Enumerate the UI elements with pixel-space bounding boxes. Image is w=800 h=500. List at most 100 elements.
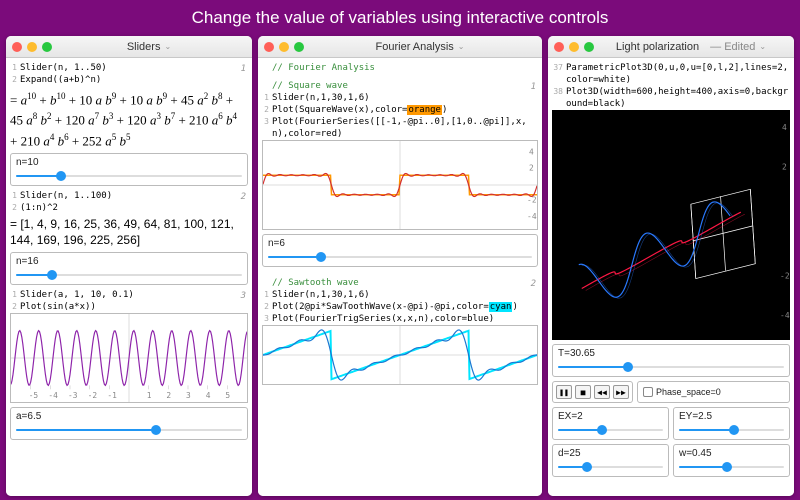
plot-sine: -5-4-3-2-112345 [10, 313, 248, 403]
slider-label: n=6 [268, 238, 532, 249]
slider-panel-d[interactable]: d=25 [552, 444, 669, 477]
cell-number: 2 [241, 192, 246, 202]
svg-text:4: 4 [529, 148, 534, 157]
svg-text:4: 4 [206, 391, 211, 400]
titlebar[interactable]: Light polarization — Edited⌄ [548, 36, 794, 58]
rewind-button[interactable]: ◀◀ [594, 385, 610, 399]
svg-text:-2: -2 [780, 272, 790, 281]
code-line[interactable]: Slider(n,1,30,1,6) [272, 92, 538, 104]
code-line[interactable]: ParametricPlot3D(0,u,0,u=[0,l,2],lines=2… [566, 62, 790, 86]
comment: // Square wave [272, 80, 538, 92]
close-icon[interactable] [12, 42, 22, 52]
slider-track[interactable] [679, 424, 784, 436]
code-line[interactable]: Slider(n, 1..100) [20, 190, 248, 202]
svg-text:-1: -1 [107, 391, 117, 400]
close-icon[interactable] [554, 42, 564, 52]
zoom-icon[interactable] [42, 42, 52, 52]
slider-track[interactable] [16, 170, 242, 182]
code-line[interactable]: Slider(a, 1, 10, 0.1) [20, 289, 248, 301]
traffic-lights [554, 42, 594, 52]
code-line[interactable]: Slider(n, 1..50) [20, 62, 248, 74]
cell-number: 2 [531, 279, 536, 289]
slider-label: n=16 [16, 256, 242, 267]
slider-track[interactable] [268, 251, 532, 263]
playback-controls: ❚❚ ■ ◀◀ ▶▶ [552, 381, 633, 403]
window-row: Sliders⌄ 1 1Slider(n, 1..50) 2Expand((a+… [0, 36, 800, 496]
slider-track[interactable] [16, 424, 242, 436]
code-line[interactable]: (1:n)^2 [20, 202, 248, 214]
forward-button[interactable]: ▶▶ [613, 385, 629, 399]
svg-text:4: 4 [782, 123, 787, 132]
svg-text:2: 2 [166, 391, 171, 400]
window-fourier: Fourier Analysis⌄ // Fourier Analysis 1 … [258, 36, 542, 496]
stop-button[interactable]: ■ [575, 385, 591, 399]
code-line[interactable]: Slider(n,1,30,1,6) [272, 289, 538, 301]
slider-panel[interactable]: n=16 [10, 252, 248, 285]
cell: 1 // Square wave 1Slider(n,1,30,1,6) 2Pl… [262, 80, 538, 267]
svg-text:-3: -3 [68, 391, 78, 400]
slider-label: T=30.65 [558, 348, 784, 359]
code-line[interactable]: Plot3D(width=600,height=400,axis=0,backg… [566, 86, 790, 110]
checkbox-label: Phase_space=0 [656, 387, 721, 397]
code-line[interactable]: Expand((a+b)^n) [20, 74, 248, 86]
close-icon[interactable] [264, 42, 274, 52]
slider-panel[interactable]: n=10 [10, 153, 248, 186]
zoom-icon[interactable] [584, 42, 594, 52]
cell: 2 // Sawtooth wave 1Slider(n,1,30,1,6) 2… [262, 277, 538, 385]
slider-track[interactable] [558, 361, 784, 373]
svg-text:5: 5 [225, 391, 230, 400]
svg-text:-4: -4 [527, 212, 537, 221]
svg-text:-4: -4 [48, 391, 58, 400]
slider-track[interactable] [558, 461, 663, 473]
traffic-lights [12, 42, 52, 52]
cell-number: 3 [241, 291, 246, 301]
pause-button[interactable]: ❚❚ [556, 385, 572, 399]
slider-panel-w[interactable]: w=0.45 [673, 444, 790, 477]
minimize-icon[interactable] [27, 42, 37, 52]
cell: 2 1Slider(n, 1..100) 2(1:n)^2 = [1, 4, 9… [10, 190, 248, 285]
slider-label: w=0.45 [679, 448, 784, 459]
zoom-icon[interactable] [294, 42, 304, 52]
plot3d-polarization[interactable]: 42-2-4 [552, 110, 790, 340]
comment: // Fourier Analysis [272, 62, 538, 74]
svg-text:1: 1 [147, 391, 152, 400]
slider-panel-EX[interactable]: EX=2 [552, 407, 669, 440]
slider-panel-T[interactable]: T=30.65 [552, 344, 790, 377]
slider-track[interactable] [558, 424, 663, 436]
code-line[interactable]: Plot(2@pi*SawToothWave(x-@pi)-@pi,color=… [272, 301, 538, 313]
slider-label: n=10 [16, 157, 242, 168]
doc-body: 37ParametricPlot3D(0,u,0,u=[0,l,2],lines… [548, 58, 794, 496]
code-line[interactable]: Plot(FourierSeries([[-1,-@pi..0],[1,0..@… [272, 116, 538, 140]
slider-panel[interactable]: n=6 [262, 234, 538, 267]
color-token: cyan [489, 302, 513, 312]
svg-text:-2: -2 [88, 391, 98, 400]
minimize-icon[interactable] [569, 42, 579, 52]
cell: 3 1 Slider(a, 1, 10, 0.1) 2 Plot(sin(a*x))… [10, 289, 248, 440]
code-line[interactable]: Plot(FourierTrigSeries(x,x,n),color=blue… [272, 313, 538, 325]
minimize-icon[interactable] [279, 42, 289, 52]
titlebar[interactable]: Fourier Analysis⌄ [258, 36, 542, 58]
slider-panel-EY[interactable]: EY=2.5 [673, 407, 790, 440]
checkbox-icon[interactable] [643, 387, 653, 397]
chevron-down-icon[interactable]: ⌄ [164, 42, 171, 51]
traffic-lights [264, 42, 304, 52]
result-output: = a10 + b10 + 10 a b9 + 10 a b9 + 45 a2 … [10, 86, 248, 153]
cell-number: 1 [531, 82, 536, 92]
svg-text:2: 2 [529, 163, 534, 172]
chevron-down-icon[interactable]: ⌄ [759, 42, 766, 51]
cell-number: 1 [241, 64, 246, 74]
svg-text:-5: -5 [29, 391, 39, 400]
slider-label: a=6.5 [16, 411, 242, 422]
plot-sawtooth [262, 325, 538, 385]
phase-space-checkbox[interactable]: Phase_space=0 [637, 381, 790, 403]
slider-track[interactable] [679, 461, 784, 473]
chevron-down-icon[interactable]: ⌄ [458, 42, 465, 51]
window-title: Fourier Analysis⌄ [304, 41, 536, 53]
code-line[interactable]: Plot(SquareWave(x),color=orange) [272, 104, 538, 116]
code-line[interactable]: Plot(sin(a*x)) [20, 301, 248, 313]
doc-body: // Fourier Analysis 1 // Square wave 1Sl… [258, 58, 542, 496]
titlebar[interactable]: Sliders⌄ [6, 36, 252, 58]
slider-track[interactable] [16, 269, 242, 281]
plot-square: 42-2-4 [262, 140, 538, 230]
slider-panel[interactable]: a=6.5 [10, 407, 248, 440]
